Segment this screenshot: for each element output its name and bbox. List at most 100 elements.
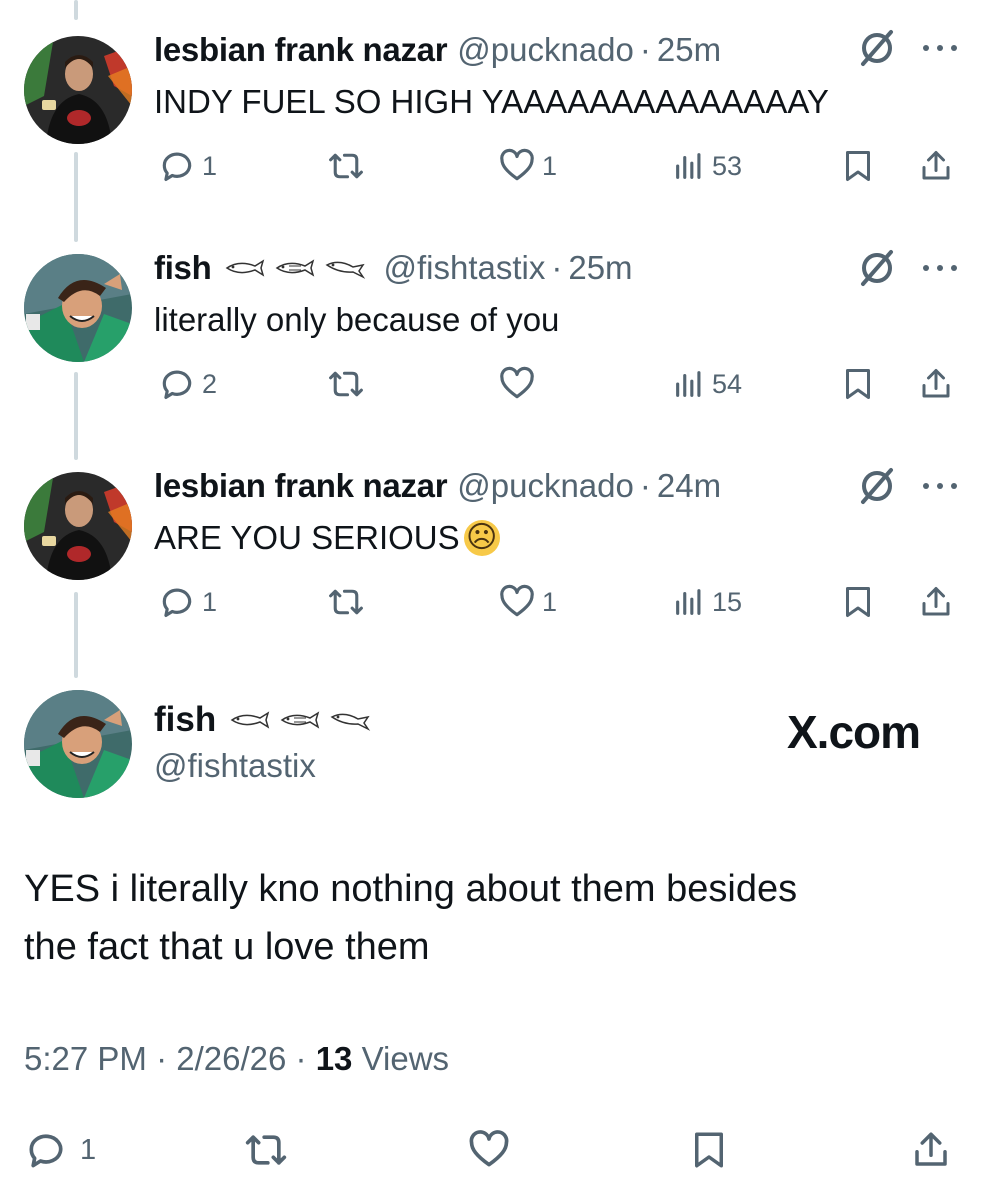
bookmark-button[interactable] — [840, 582, 876, 622]
retweet-button[interactable] — [326, 582, 372, 622]
views-button[interactable]: 53 — [672, 146, 742, 186]
retweet-icon — [245, 1135, 287, 1165]
like-button[interactable] — [466, 1128, 512, 1172]
display-name[interactable]: fish — [154, 700, 216, 740]
bookmark-button[interactable] — [688, 1128, 730, 1172]
fish-icon — [276, 259, 315, 277]
thread-line — [74, 372, 78, 460]
bookmark-icon — [846, 151, 870, 181]
display-name[interactable]: lesbian frank nazar — [154, 467, 448, 505]
share-button[interactable] — [910, 1128, 952, 1172]
view-count: 53 — [712, 150, 743, 181]
more-icon[interactable] — [918, 476, 962, 496]
more-icon[interactable] — [918, 38, 962, 58]
retweet-icon — [329, 153, 363, 179]
reply-icon — [29, 1134, 63, 1168]
like-count: 1 — [542, 150, 558, 181]
reply-icon — [162, 370, 192, 400]
views-button[interactable]: 54 — [672, 364, 742, 404]
reply-icon — [162, 152, 192, 182]
bookmark-button[interactable] — [840, 364, 876, 404]
share-icon — [922, 587, 950, 616]
separator-dot: · — [295, 1040, 307, 1077]
views-label: Views — [361, 1040, 450, 1077]
tweet-text: INDY FUEL SO HIGH YAAAAAAAAAAAAAAY — [154, 82, 829, 122]
like-count: 1 — [542, 586, 558, 617]
bookmark-icon — [695, 1132, 723, 1168]
share-icon — [922, 151, 950, 180]
avatar-pucknado[interactable] — [24, 472, 132, 580]
user-handle[interactable]: @fishtastix — [154, 747, 316, 785]
like-button[interactable] — [498, 364, 542, 404]
more-icon[interactable] — [918, 258, 962, 278]
views-chart-icon — [676, 371, 701, 397]
fish-icon — [226, 259, 265, 277]
thread-line — [74, 592, 78, 678]
reply-icon — [162, 588, 192, 618]
separator-dot: · — [639, 31, 651, 68]
tweet-header: lesbian frank nazar @pucknado · 25m — [154, 30, 721, 70]
like-button[interactable]: 1 — [498, 582, 557, 622]
timestamp[interactable]: 25m — [568, 249, 632, 287]
share-icon — [922, 369, 950, 398]
display-name[interactable]: fish — [154, 249, 212, 287]
bookmark-icon — [846, 587, 870, 617]
bookmark-icon — [846, 369, 870, 399]
view-count: 15 — [712, 586, 743, 617]
reply-button[interactable]: 1 — [158, 582, 217, 622]
reply-button[interactable]: 2 — [158, 364, 217, 404]
main-tweet-text-line: YES i literally kno nothing about them b… — [24, 868, 798, 910]
reply-button[interactable]: 1 — [24, 1128, 96, 1172]
separator-dot: · — [551, 249, 563, 286]
heart-icon — [469, 1130, 509, 1167]
tweet-text-content: literally only because of you — [154, 301, 560, 338]
grok-icon[interactable] — [855, 26, 899, 70]
tweet-text: literally only because of you — [154, 300, 559, 340]
fish-icon — [280, 711, 320, 729]
thread-line — [74, 152, 78, 242]
user-handle[interactable]: @pucknado — [457, 467, 634, 505]
heart-icon — [500, 584, 534, 617]
views-button[interactable]: 15 — [672, 582, 742, 622]
view-count: 54 — [712, 368, 743, 399]
retweet-icon — [329, 371, 363, 397]
tweet-text-content: INDY FUEL SO HIGH YAAAAAAAAAAAAAAY — [154, 83, 829, 120]
share-button[interactable] — [918, 146, 954, 186]
retweet-button[interactable] — [242, 1128, 290, 1172]
grok-icon[interactable] — [855, 246, 899, 290]
share-button[interactable] — [918, 582, 954, 622]
avatar-fishtastix[interactable] — [24, 690, 132, 798]
avatar-fishtastix[interactable] — [24, 254, 132, 362]
grok-icon[interactable] — [855, 464, 899, 508]
user-handle[interactable]: @pucknado — [457, 31, 634, 69]
reply-button[interactable]: 1 — [158, 146, 217, 186]
main-display-name-row: fish — [154, 700, 378, 740]
user-handle[interactable]: @fishtastix — [383, 249, 545, 287]
x-com-logo: X.com — [787, 706, 921, 758]
heart-icon — [500, 148, 534, 181]
reply-count: 1 — [202, 150, 218, 181]
separator-dot: · — [639, 467, 651, 504]
fish-icon — [330, 713, 371, 731]
reply-count: 1 — [202, 586, 218, 617]
share-button[interactable] — [918, 364, 954, 404]
main-tweet-text-line: the fact that u love them — [24, 926, 430, 968]
separator-dot: · — [156, 1040, 168, 1077]
like-button[interactable]: 1 — [498, 146, 557, 186]
share-icon — [915, 1132, 947, 1166]
timestamp[interactable]: 25m — [657, 31, 721, 69]
retweet-button[interactable] — [326, 146, 372, 186]
retweet-icon — [329, 589, 363, 615]
retweet-button[interactable] — [326, 364, 372, 404]
tweet-header: lesbian frank nazar @pucknado · 24m — [154, 466, 721, 506]
post-date[interactable]: 2/26/26 — [176, 1040, 286, 1077]
bookmark-button[interactable] — [840, 146, 876, 186]
fish-emoji-row — [223, 257, 373, 279]
thread-line — [74, 0, 78, 20]
timestamp[interactable]: 24m — [657, 467, 721, 505]
post-time[interactable]: 5:27 PM — [24, 1040, 147, 1077]
fish-icon — [325, 261, 366, 279]
avatar-pucknado[interactable] — [24, 36, 132, 144]
display-name[interactable]: lesbian frank nazar — [154, 31, 448, 69]
heart-icon — [500, 366, 534, 399]
